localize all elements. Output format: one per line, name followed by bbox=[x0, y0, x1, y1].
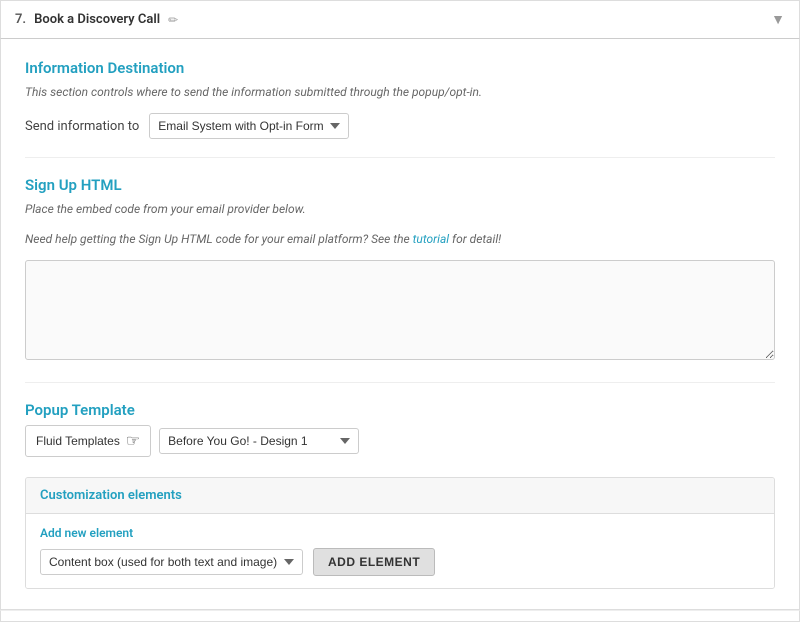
collapse-icon[interactable]: ▼ bbox=[771, 11, 785, 28]
send-info-row: Send information to Email System with Op… bbox=[25, 113, 775, 139]
page-wrapper: 7. Book a Discovery Call ✏ ▼ Information… bbox=[0, 0, 800, 622]
popup-template-section: Popup Template Fluid Templates ☞ Before … bbox=[25, 401, 775, 457]
customization-title: Customization elements bbox=[40, 488, 182, 503]
desc2-prefix: Need help getting the Sign Up HTML code … bbox=[25, 232, 413, 246]
design-dropdown[interactable]: Before You Go! - Design 1 Before You Go!… bbox=[159, 428, 359, 454]
content-area: Information Destination This section con… bbox=[0, 39, 800, 610]
cursor-hand-icon: ☞ bbox=[126, 431, 140, 451]
content-box-dropdown[interactable]: Content box (used for both text and imag… bbox=[40, 549, 303, 575]
sign-up-html-section: Sign Up HTML Place the embed code from y… bbox=[25, 176, 775, 364]
html-textarea[interactable] bbox=[25, 260, 775, 360]
send-info-label: Send information to bbox=[25, 119, 139, 134]
email-system-dropdown[interactable]: Email System with Opt-in Form CRM None bbox=[149, 113, 349, 139]
sign-up-description-1: Place the embed code from your email pro… bbox=[25, 200, 775, 218]
divider-1 bbox=[25, 157, 775, 158]
info-destination-section: Information Destination This section con… bbox=[25, 59, 775, 139]
add-element-label: ADD ELEMENT bbox=[328, 555, 420, 569]
section-number: 7. bbox=[15, 12, 26, 27]
customization-header: Customization elements bbox=[26, 478, 774, 514]
add-element-button[interactable]: ADD ELEMENT bbox=[313, 548, 435, 576]
info-destination-label: Information Destination bbox=[25, 59, 775, 77]
bottom-strip bbox=[0, 610, 800, 622]
sign-up-description-2: Need help getting the Sign Up HTML code … bbox=[25, 230, 775, 248]
section-header: 7. Book a Discovery Call ✏ ▼ bbox=[0, 0, 800, 39]
info-destination-description: This section controls where to send the … bbox=[25, 83, 775, 101]
desc2-suffix: for detail! bbox=[449, 232, 501, 246]
sign-up-html-label: Sign Up HTML bbox=[25, 176, 775, 194]
divider-2 bbox=[25, 382, 775, 383]
popup-template-row: Fluid Templates ☞ Before You Go! - Desig… bbox=[25, 425, 775, 457]
add-new-label: Add new element bbox=[40, 526, 760, 540]
edit-icon[interactable]: ✏ bbox=[168, 13, 178, 27]
fluid-templates-label: Fluid Templates bbox=[36, 434, 120, 448]
popup-template-label: Popup Template bbox=[25, 401, 775, 419]
tutorial-link[interactable]: tutorial bbox=[413, 232, 450, 246]
header-left: 7. Book a Discovery Call ✏ bbox=[15, 12, 178, 27]
section-title: Book a Discovery Call bbox=[34, 12, 160, 27]
fluid-templates-button[interactable]: Fluid Templates ☞ bbox=[25, 425, 151, 457]
customization-section: Customization elements Add new element C… bbox=[25, 477, 775, 589]
add-element-row: Content box (used for both text and imag… bbox=[40, 548, 760, 576]
customization-body: Add new element Content box (used for bo… bbox=[26, 514, 774, 588]
